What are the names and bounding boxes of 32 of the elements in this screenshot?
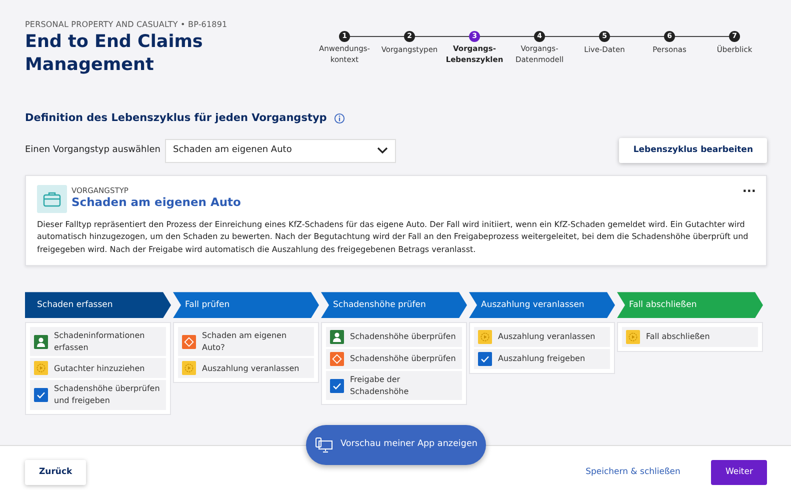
checkmark-icon — [478, 352, 492, 366]
stage-header[interactable]: Auszahlung veranlassen — [469, 292, 615, 318]
section-title: Definition des Lebenszyklus für jeden Vorgangstyp — [25, 110, 327, 126]
diamond-icon — [182, 334, 196, 349]
breadcrumb: PERSONAL PROPERTY AND CASUALTY • BP-61891 — [25, 19, 228, 31]
computer-icon — [314, 437, 333, 453]
case-type-dropdown[interactable]: Schaden am eigenen Auto — [165, 138, 396, 163]
preview-app-button[interactable]: Vorschau meiner App anzeigen — [306, 425, 486, 465]
back-button[interactable]: Zurück — [25, 460, 86, 485]
field-label: Einen Vorgangstyp auswählen — [25, 144, 160, 157]
edit-lifecycle-button[interactable]: Lebenszyklus bearbeiten — [619, 138, 767, 163]
more-options-icon[interactable]: ··· — [742, 185, 756, 197]
person-icon — [330, 330, 344, 344]
play-gear-icon — [182, 361, 196, 376]
case-type-name: Schaden am eigenen Auto — [72, 196, 242, 210]
chevron-down-icon — [377, 147, 388, 154]
checkmark-icon — [34, 388, 48, 402]
next-button[interactable]: Weiter — [711, 460, 767, 485]
briefcase-icon — [37, 185, 67, 213]
stage-header[interactable]: Schaden erfassen — [25, 292, 171, 318]
stage-header[interactable]: Fall prüfen — [173, 292, 319, 318]
play-gear-icon — [34, 361, 48, 376]
save-and-close-link[interactable]: Speichern & schließen — [580, 460, 686, 485]
play-gear-icon — [626, 330, 640, 344]
checkmark-icon — [330, 378, 344, 393]
diamond-icon — [330, 352, 344, 366]
stage-header[interactable]: Schadenshöhe prüfen — [321, 292, 467, 318]
person-icon — [34, 334, 48, 349]
page-title: End to End Claims Management — [25, 31, 204, 76]
play-gear-icon — [478, 330, 492, 344]
info-icon[interactable] — [334, 112, 345, 124]
case-type-description: Dieser Falltyp repräsentiert den Prozess der Einreichung eines KfZ-Schadens für das eigene Auto. Der Fall wird initiiert, wenn ein KfZ-Schaden gemeldet wird. Ein Gutachter wird automatisch hinzugezogen, um den Schaden zu bewerten. Nach der Begutachtung wird der Fall an den Freigabeprozess weitergeleitet, bei dem die Schadenshöhe überprüft und freigegeben wird. Nach der Freigabe wird automatisch die Auszahlung des freigegebenen Betrags veranlasst. — [37, 219, 750, 256]
